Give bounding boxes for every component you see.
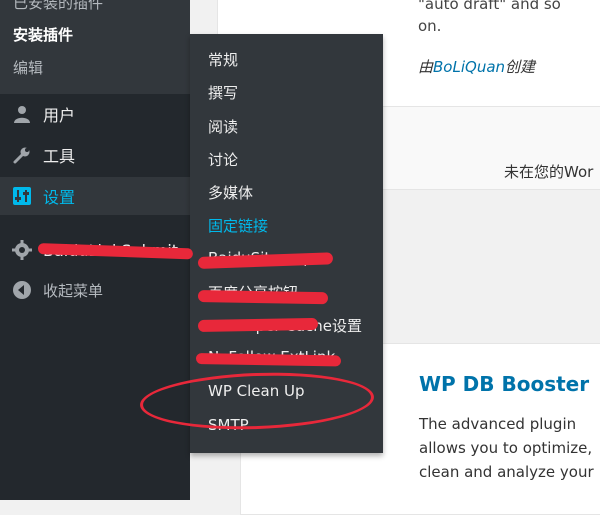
settings-sliders-icon [11, 185, 33, 207]
flyout-item-reading[interactable]: 阅读 [208, 116, 238, 137]
plugin-description-cont: on. [418, 17, 442, 35]
sidebar-item-label: 工具 [43, 147, 76, 166]
flyout-item-permalinks[interactable]: 固定链接 [208, 215, 268, 236]
collapse-menu-button[interactable]: 收起菜单 [0, 271, 190, 309]
author-link[interactable]: BoLiQuan [433, 58, 505, 76]
author-suffix: 创建 [505, 58, 536, 76]
plugin-title[interactable]: WP DB Booster [419, 372, 589, 396]
submenu-installed-plugins[interactable]: 已安装的插件 [13, 0, 103, 13]
active-menu-arrow [182, 192, 190, 208]
flyout-item-media[interactable]: 多媒体 [208, 182, 253, 203]
redaction-scribble [197, 317, 319, 332]
flyout-item-general[interactable]: 常规 [208, 49, 238, 70]
flyout-item-writing[interactable]: 撰写 [208, 82, 238, 103]
plugins-submenu: 已安装的插件 安装插件 编辑 [0, 0, 190, 94]
collapse-menu-label: 收起菜单 [43, 281, 104, 300]
sidebar-item-settings[interactable]: 设置 [0, 177, 190, 215]
redaction-scribble [197, 290, 329, 305]
sidebar-item-label: 用户 [43, 106, 76, 125]
plugin-description: "auto draft" and so [418, 0, 561, 13]
collapse-arrow-icon [11, 279, 33, 301]
author-prefix: 由 [418, 58, 434, 76]
compatibility-notice: 未在您的Wor [504, 163, 594, 181]
submenu-add-plugins[interactable]: 安装插件 [13, 24, 73, 45]
flyout-item-discussion[interactable]: 讨论 [208, 149, 238, 170]
plugin-author: 由BoLiQuan创建 [418, 56, 535, 77]
sidebar-item-tools[interactable]: 工具 [0, 136, 190, 174]
plugin-description: The advanced plugin allows you to optimi… [419, 415, 594, 481]
gear-icon [11, 239, 33, 261]
user-icon [11, 103, 33, 125]
wrench-icon [11, 144, 33, 166]
sidebar-item-label: 设置 [43, 188, 76, 207]
submenu-editor[interactable]: 编辑 [13, 57, 43, 78]
sidebar-item-users[interactable]: 用户 [0, 95, 190, 133]
